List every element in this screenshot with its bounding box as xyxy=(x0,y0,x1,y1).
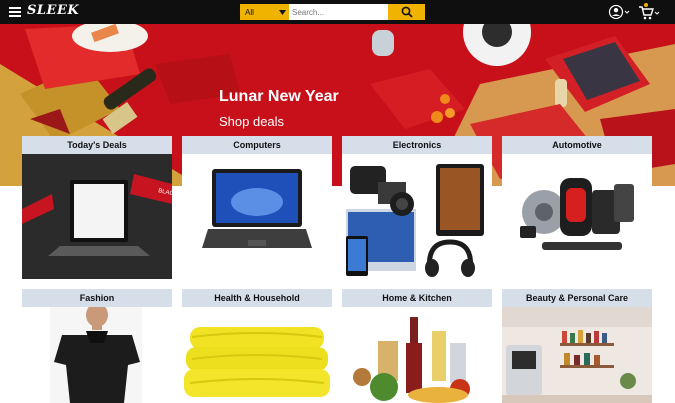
search-input[interactable] xyxy=(289,4,388,20)
search-icon xyxy=(401,6,413,18)
search-category-select[interactable]: All xyxy=(240,4,289,20)
laptop-image xyxy=(182,154,332,279)
category-card-automotive[interactable]: Automotive xyxy=(502,136,652,279)
category-card-electronics[interactable]: Electronics xyxy=(342,136,492,279)
category-card-fashion[interactable]: Fashion xyxy=(22,289,172,403)
category-title: Beauty & Personal Care xyxy=(502,289,652,307)
towels-image xyxy=(182,307,332,403)
brand-logo[interactable]: SLEEK xyxy=(27,3,79,18)
laptop-deal-image: BLACK FRIDAY xyxy=(22,154,172,279)
cart-icon xyxy=(639,3,660,20)
groceries-image xyxy=(342,307,492,403)
account-icon xyxy=(608,4,630,20)
category-title: Today's Deals xyxy=(22,136,172,154)
chevron-down-icon xyxy=(279,9,286,15)
electronics-image xyxy=(342,154,492,279)
cart-button[interactable] xyxy=(638,3,660,26)
search-button[interactable] xyxy=(388,4,425,20)
menu-icon[interactable] xyxy=(9,7,21,17)
category-card-computers[interactable]: Computers xyxy=(182,136,332,279)
hero-subtitle[interactable]: Shop deals xyxy=(219,114,284,129)
category-card-health-household[interactable]: Health & Household xyxy=(182,289,332,403)
category-title: Electronics xyxy=(342,136,492,154)
category-card-home-kitchen[interactable]: Home & Kitchen xyxy=(342,289,492,403)
category-title: Home & Kitchen xyxy=(342,289,492,307)
category-title: Health & Household xyxy=(182,289,332,307)
hero-title: Lunar New Year xyxy=(219,88,339,105)
account-menu[interactable] xyxy=(608,4,630,25)
search-category-value: All xyxy=(245,7,254,17)
category-title: Fashion xyxy=(22,289,172,307)
category-card-todays-deals[interactable]: Today's Deals BLACK FRIDAY xyxy=(22,136,172,279)
category-title: Automotive xyxy=(502,136,652,154)
automotive-image xyxy=(502,154,652,279)
beauty-shelf-image xyxy=(502,307,652,403)
category-title: Computers xyxy=(182,136,332,154)
search-bar: All xyxy=(240,4,425,20)
category-card-beauty-personal-care[interactable]: Beauty & Personal Care xyxy=(502,289,652,403)
fashion-image xyxy=(22,307,172,403)
top-nav: SLEEK All xyxy=(0,0,675,24)
